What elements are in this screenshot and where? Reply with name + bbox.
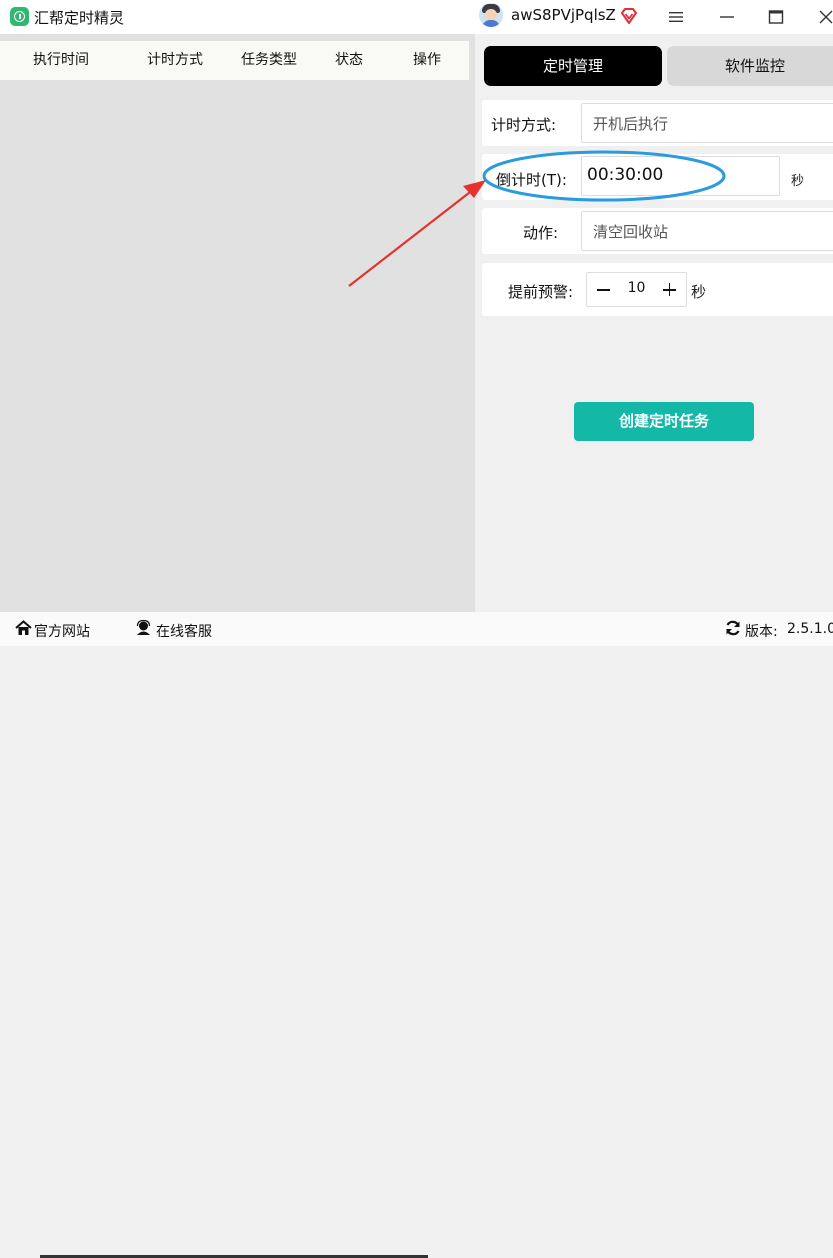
- column-header-task-type[interactable]: 任务类型: [241, 41, 297, 80]
- minimize-icon: [720, 16, 734, 18]
- countdown-unit: 秒: [791, 174, 805, 189]
- task-list-panel: 执行时间 计时方式 任务类型 状态 操作: [0, 34, 475, 612]
- tab-software-monitor[interactable]: 软件监控: [667, 46, 833, 86]
- close-icon: [819, 10, 833, 24]
- version-label: 版本:: [745, 624, 778, 640]
- maximize-icon: [768, 10, 784, 24]
- menu-button[interactable]: [656, 0, 696, 34]
- headset-icon: [136, 620, 151, 635]
- countdown-row: 倒计时(T): 00:30:00 秒: [482, 154, 833, 200]
- action-select[interactable]: 清空回收站: [581, 211, 833, 251]
- refresh-icon[interactable]: [725, 620, 741, 636]
- countdown-label: 倒计时(T):: [496, 171, 567, 189]
- create-task-button[interactable]: 创建定时任务: [574, 402, 754, 441]
- warning-stepper[interactable]: 10: [586, 272, 687, 307]
- column-header-status[interactable]: 状态: [335, 41, 363, 80]
- warning-row: 提前预警: 10 秒: [482, 263, 833, 316]
- column-header-actions[interactable]: 操作: [413, 41, 441, 80]
- action-row: 动作: 清空回收站: [482, 208, 833, 254]
- column-header-exec-time[interactable]: 执行时间: [33, 41, 89, 80]
- minimize-button[interactable]: [707, 0, 747, 34]
- username[interactable]: awS8PVjPqlsZ: [511, 6, 616, 24]
- title-bar: 汇帮定时精灵 awS8PVjPqlsZ: [0, 0, 833, 34]
- warning-unit: 秒: [691, 283, 707, 301]
- warning-label: 提前预警:: [508, 283, 574, 301]
- timing-mode-select[interactable]: 开机后执行: [581, 103, 833, 143]
- tab-timer-management[interactable]: 定时管理: [484, 46, 662, 86]
- timing-mode-row: 计时方式: 开机后执行: [482, 100, 833, 146]
- vip-diamond-icon[interactable]: [619, 6, 639, 26]
- timing-mode-value: 开机后执行: [593, 115, 669, 133]
- user-avatar[interactable]: [479, 3, 503, 27]
- settings-panel: 定时管理 软件监控 计时方式: 开机后执行 倒计时(T): 00:30:00 秒…: [475, 34, 833, 612]
- timing-mode-label: 计时方式:: [491, 116, 557, 134]
- decrement-button[interactable]: [587, 273, 620, 306]
- warning-value[interactable]: 10: [620, 280, 653, 296]
- app-title: 汇帮定时精灵: [34, 9, 125, 27]
- home-icon: [15, 620, 32, 635]
- increment-button[interactable]: [653, 273, 686, 306]
- column-header-timing-mode[interactable]: 计时方式: [147, 41, 203, 80]
- countdown-time-value: 00:30:00: [587, 165, 664, 185]
- maximize-button[interactable]: [756, 0, 796, 34]
- hamburger-icon: [669, 12, 683, 22]
- alarm-clock-icon: [10, 7, 29, 26]
- close-button[interactable]: [806, 0, 833, 34]
- status-bar: 官方网站 在线客服 版本: 2.5.1.0: [0, 612, 833, 1258]
- online-service-link[interactable]: 在线客服: [156, 621, 212, 641]
- action-value: 清空回收站: [593, 223, 669, 241]
- official-site-link[interactable]: 官方网站: [34, 621, 90, 641]
- countdown-time-input[interactable]: 00:30:00: [581, 156, 780, 196]
- task-table-header: 执行时间 计时方式 任务类型 状态 操作: [0, 41, 469, 80]
- action-label: 动作:: [523, 224, 559, 242]
- version-value: 2.5.1.0: [787, 621, 833, 637]
